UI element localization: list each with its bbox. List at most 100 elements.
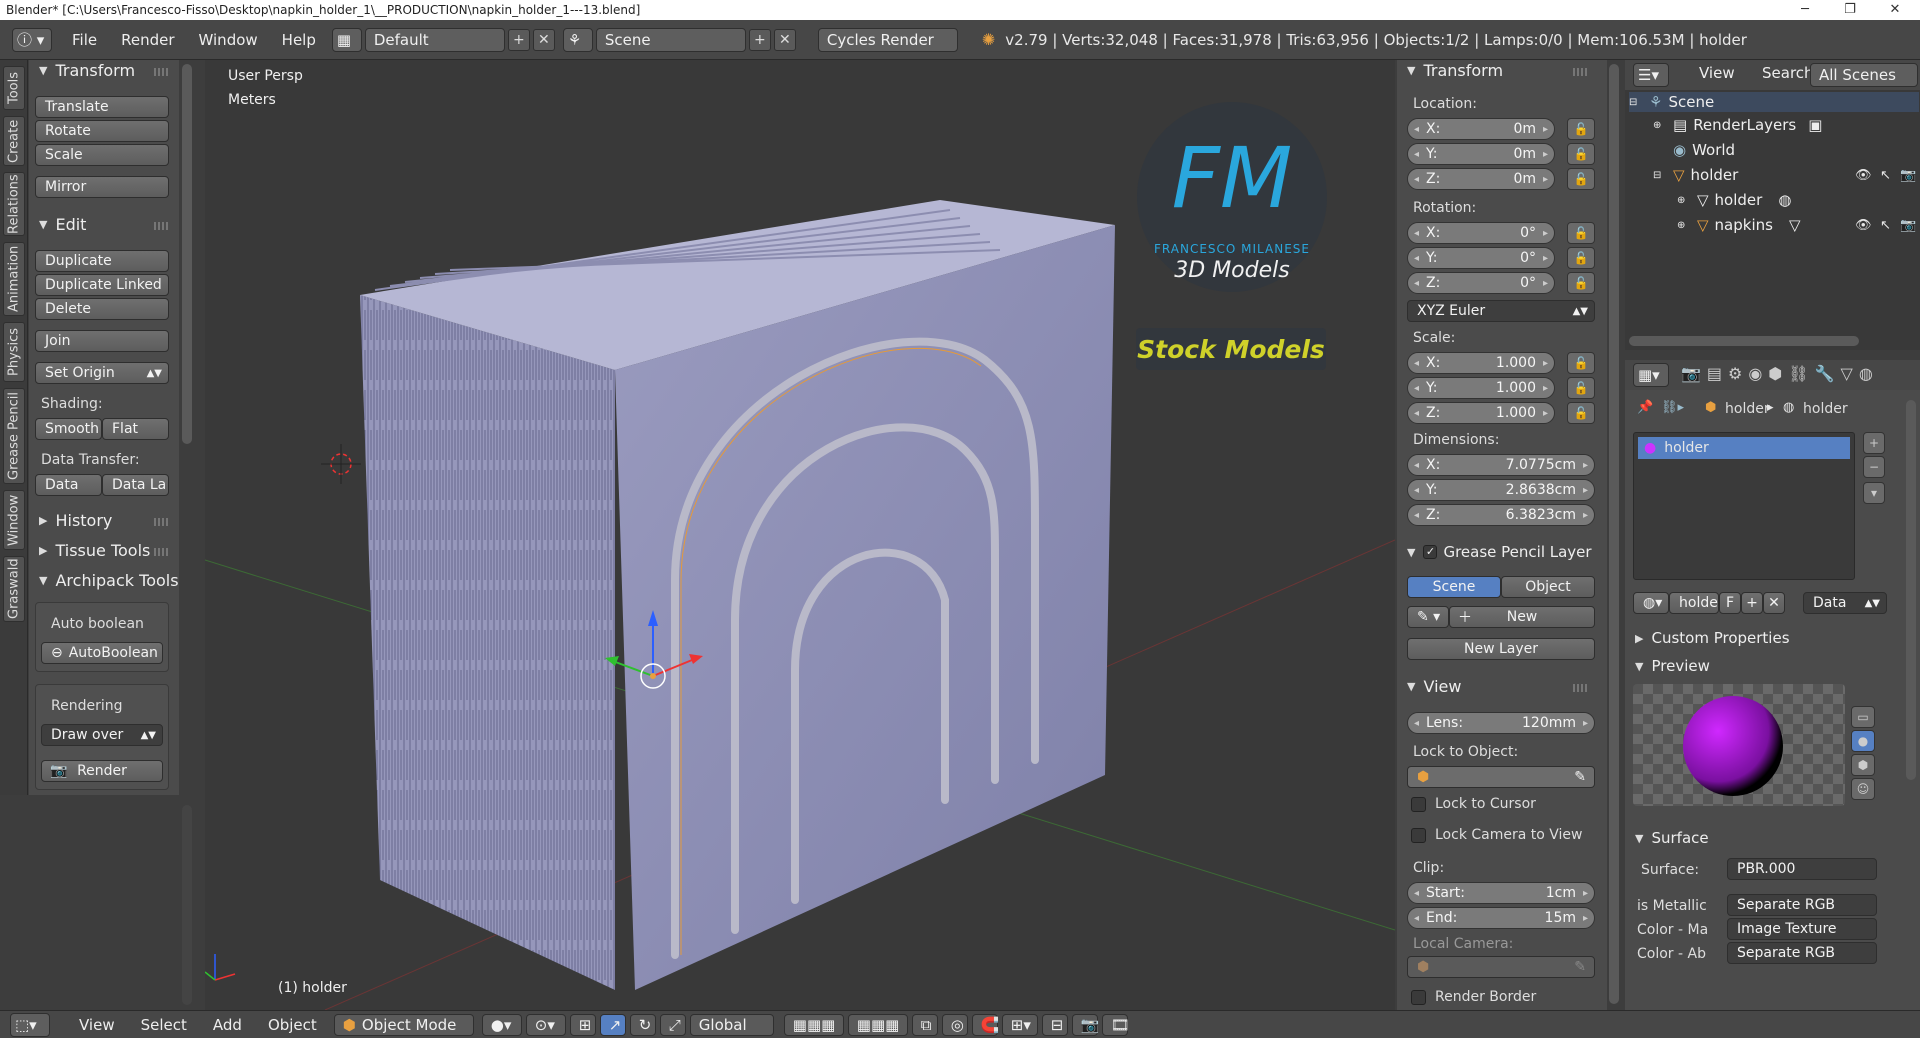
- lock-icon[interactable]: 🔓: [1567, 118, 1595, 140]
- translate-button[interactable]: Translate: [35, 96, 169, 118]
- grease-pencil-layer-header[interactable]: ▼ ✓ Grease Pencil Layer: [1407, 542, 1592, 562]
- rotation-z-field[interactable]: Z:0°: [1407, 272, 1555, 294]
- select-menu[interactable]: Select: [128, 1016, 200, 1034]
- location-x-field[interactable]: X:0m: [1407, 118, 1555, 140]
- view-header[interactable]: ▼ View: [1407, 676, 1461, 696]
- editor-type-properties-icon[interactable]: ▦▾: [1633, 363, 1669, 387]
- color-ma-input-select[interactable]: Image Texture: [1727, 918, 1877, 940]
- visibility-eye-icon[interactable]: 👁: [1855, 218, 1872, 233]
- menu-help[interactable]: Help: [270, 31, 328, 49]
- transform-header[interactable]: ▼ Transform: [39, 60, 135, 80]
- lock-icon[interactable]: 🔓: [1567, 143, 1595, 165]
- link-data-select[interactable]: Data ▲▼: [1803, 592, 1887, 614]
- dimension-x-field[interactable]: X:7.0775cm: [1407, 454, 1595, 476]
- material-browse-icon[interactable]: ◍▾: [1633, 592, 1669, 614]
- rotate-button[interactable]: Rotate: [35, 120, 169, 142]
- rotation-mode-select[interactable]: XYZ Euler ▲▼: [1407, 300, 1595, 322]
- panel-grip-icon[interactable]: [1573, 68, 1587, 76]
- outliner-napkins-row[interactable]: ⊕ ▽ napkins ▽: [1677, 216, 1801, 234]
- remove-layout-icon[interactable]: ✕: [532, 28, 555, 51]
- restore-icon[interactable]: ❐: [1830, 0, 1870, 20]
- scale-y-field[interactable]: Y:1.000: [1407, 377, 1555, 399]
- 3d-viewport[interactable]: User Persp Meters (1) holder FM FRANCESC…: [205, 60, 1395, 1010]
- panel-grip-icon[interactable]: [154, 68, 168, 76]
- renderable-camera-icon[interactable]: 📷: [1900, 168, 1916, 183]
- outliner-view-menu[interactable]: View: [1687, 64, 1747, 82]
- render-icon[interactable]: 📷: [1071, 1013, 1099, 1036]
- 3d-cursor-icon[interactable]: [321, 444, 361, 484]
- location-y-field[interactable]: Y:0m: [1407, 143, 1555, 165]
- gp-new-button[interactable]: ＋ New: [1449, 606, 1595, 628]
- tab-relations[interactable]: Relations: [3, 172, 25, 236]
- duplicate-linked-button[interactable]: Duplicate Linked: [35, 274, 169, 296]
- custom-properties-header[interactable]: ▶ Custom Properties: [1635, 628, 1790, 648]
- unlink-material-icon[interactable]: ✕: [1763, 592, 1785, 614]
- surface-header[interactable]: ▼ Surface: [1635, 828, 1709, 848]
- tab-tools[interactable]: Tools: [3, 66, 25, 110]
- material-slot-list[interactable]: ● holder: [1633, 432, 1855, 580]
- mirror-button[interactable]: Mirror: [35, 176, 169, 198]
- editor-type-info-icon[interactable]: ⓘ ▾: [12, 27, 52, 52]
- remove-scene-icon[interactable]: ✕: [773, 28, 796, 51]
- flat-button[interactable]: Flat: [102, 418, 169, 440]
- render-border-checkbox[interactable]: [1411, 990, 1426, 1005]
- scene-icon[interactable]: ⚘: [562, 27, 593, 52]
- data-layers-button[interactable]: Data La: [102, 474, 169, 496]
- set-origin-select[interactable]: Set Origin ▲▼: [35, 362, 169, 384]
- outliner-renderlayers-row[interactable]: ⊕ ▤ RenderLayers ▣: [1653, 116, 1822, 134]
- viewport-shading-icon[interactable]: ●▾: [481, 1013, 522, 1036]
- display-mode-select[interactable]: All Scenes: [1810, 63, 1918, 87]
- draw-over-select[interactable]: Draw over ▲▼: [41, 724, 163, 746]
- lock-icon[interactable]: 🔓: [1567, 352, 1595, 374]
- data-button[interactable]: Data: [35, 474, 102, 496]
- panel-grip-icon[interactable]: [1573, 684, 1587, 692]
- menu-render[interactable]: Render: [109, 31, 186, 49]
- preview-header[interactable]: ▼ Preview: [1635, 656, 1710, 676]
- transform-header[interactable]: ▼ Transform: [1407, 60, 1503, 80]
- rotation-x-field[interactable]: X:0°: [1407, 222, 1555, 244]
- preview-sphere-icon[interactable]: ●: [1851, 730, 1875, 752]
- fake-user-button[interactable]: F: [1719, 592, 1741, 614]
- material-name-field[interactable]: holde: [1669, 592, 1719, 614]
- selectable-arrow-icon[interactable]: ↖: [1880, 218, 1891, 233]
- new-material-icon[interactable]: +: [1741, 592, 1763, 614]
- view-menu[interactable]: View: [66, 1016, 128, 1034]
- visibility-eye-icon[interactable]: 👁: [1855, 168, 1872, 183]
- autoboolean-button[interactable]: ⊖ AutoBoolean: [41, 642, 163, 664]
- preview-flat-icon[interactable]: ▭: [1851, 706, 1875, 728]
- scale-z-field[interactable]: Z:1.000: [1407, 402, 1555, 424]
- gp-brush-icon[interactable]: ✎ ▾: [1407, 606, 1449, 628]
- scene-select[interactable]: Scene: [595, 27, 746, 52]
- lock-cursor-checkbox[interactable]: [1411, 797, 1426, 812]
- lock-camera-checkbox[interactable]: [1411, 828, 1426, 843]
- archipack-header[interactable]: ▼ Archipack Tools: [39, 570, 179, 590]
- selectable-arrow-icon[interactable]: ↖: [1880, 168, 1891, 183]
- manipulator-toggle-icon[interactable]: ⊞: [569, 1013, 596, 1036]
- toolshelf-scrollbar[interactable]: [182, 64, 192, 444]
- screen-layout-select[interactable]: Default: [364, 27, 505, 52]
- lens-field[interactable]: Lens:120mm: [1407, 712, 1595, 734]
- menu-window[interactable]: Window: [187, 31, 270, 49]
- add-scene-icon[interactable]: +: [748, 28, 771, 51]
- scale-manipulator-icon[interactable]: ⤢: [659, 1013, 686, 1036]
- tab-grease-pencil[interactable]: Grease Pencil: [3, 388, 25, 484]
- toolshelf-scrollbar-lower[interactable]: [182, 805, 192, 1005]
- add-layout-icon[interactable]: +: [507, 28, 530, 51]
- pin-icon[interactable]: 📌: [1637, 400, 1653, 415]
- surface-shader-select[interactable]: PBR.000: [1727, 858, 1877, 880]
- history-header[interactable]: ▶ History: [39, 510, 112, 530]
- join-button[interactable]: Join: [35, 330, 169, 352]
- lock-icon[interactable]: 🔓: [1567, 272, 1595, 294]
- tissue-tools-header[interactable]: ▶ Tissue Tools: [39, 540, 150, 560]
- renderable-camera-icon[interactable]: 📷: [1900, 218, 1916, 233]
- minimize-icon[interactable]: ─: [1785, 0, 1825, 20]
- dimension-z-field[interactable]: Z:6.3823cm: [1407, 504, 1595, 526]
- snap-target-icon[interactable]: ⊟: [1041, 1013, 1068, 1036]
- slot-specials-icon[interactable]: ▾: [1863, 482, 1885, 504]
- preview-monkey-icon[interactable]: ☺: [1851, 778, 1875, 800]
- eyedropper-icon[interactable]: ✎: [1574, 959, 1586, 975]
- editor-type-outliner-icon[interactable]: ☰▾: [1633, 63, 1669, 87]
- layer-lock-icon[interactable]: ⧉: [911, 1013, 938, 1036]
- clip-end-field[interactable]: End:15m: [1407, 907, 1595, 929]
- edit-header[interactable]: ▼ Edit: [39, 214, 86, 234]
